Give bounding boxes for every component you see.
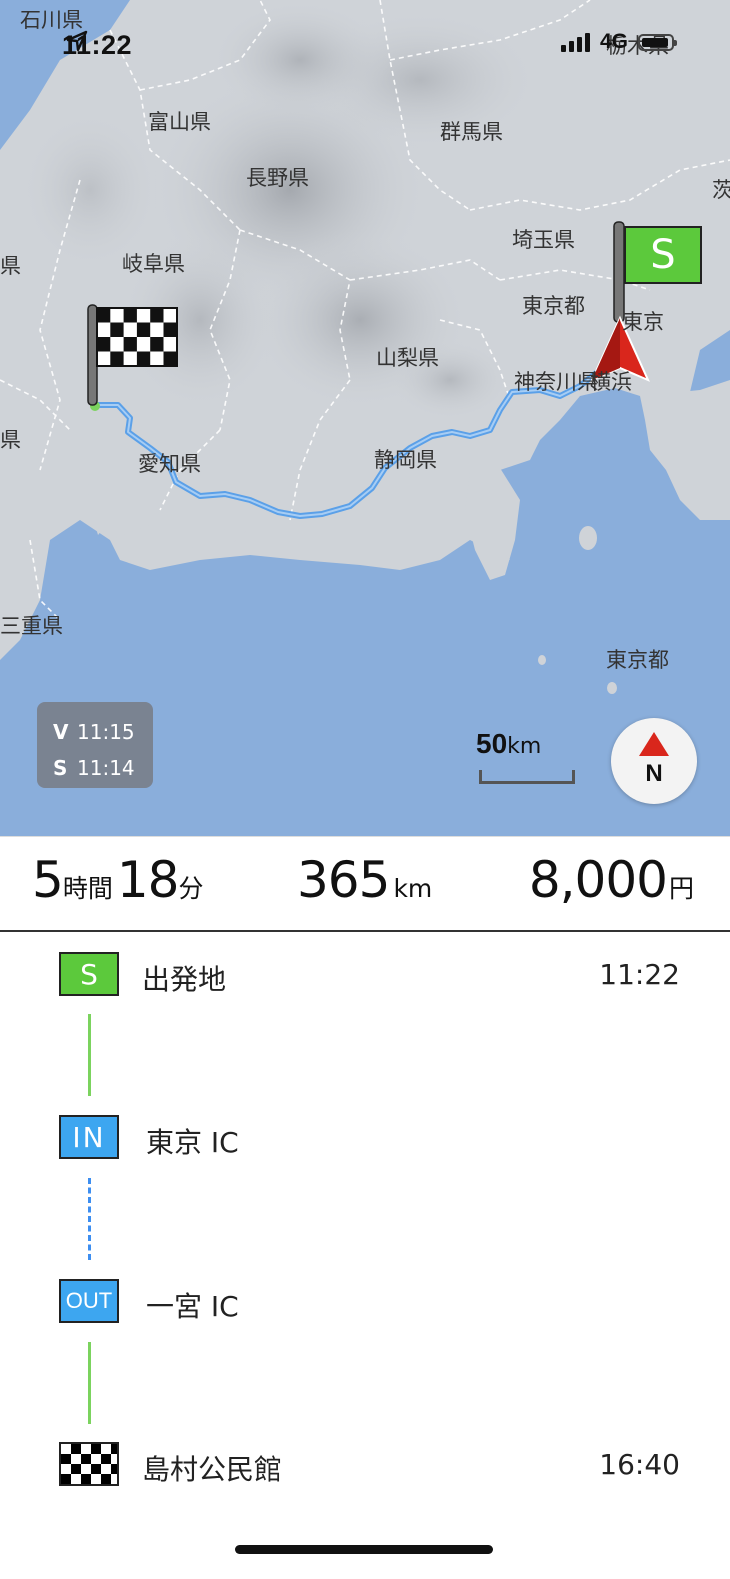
duration: 5時間18分: [32, 851, 203, 909]
toll-value: 8,000: [528, 851, 668, 909]
v-key: V: [53, 720, 69, 744]
north-arrow-icon: [639, 732, 669, 756]
prefecture-label: 横浜: [590, 370, 632, 394]
prefecture-label: 神奈川県: [514, 370, 598, 394]
duration-hours: 5: [32, 851, 64, 909]
route-goal-row[interactable]: 島村公民館 16:40: [0, 1442, 730, 1488]
start-flag-icon: S: [624, 226, 702, 284]
compass-label: N: [645, 760, 663, 787]
prefecture-label: 埼玉県: [512, 228, 575, 252]
prefecture-label: 富山県: [148, 110, 211, 134]
goal-label: 島村公民館: [142, 1453, 283, 1486]
compass-button[interactable]: N: [611, 718, 697, 804]
goal-time: 16:40: [599, 1448, 680, 1481]
duration-minutes: 18: [116, 851, 180, 909]
status-time: 11:22: [62, 30, 133, 60]
prefecture-label: 山梨県: [376, 346, 439, 370]
island: [579, 526, 597, 550]
start-flag-label: S: [650, 232, 676, 278]
battery-icon: [638, 33, 677, 51]
arrival-time-box: V 11:15 S 11:14: [37, 702, 153, 788]
status-indicators: 4G: [560, 30, 677, 54]
island: [538, 655, 546, 665]
signal-icon: [560, 32, 590, 52]
izu-peninsula: [465, 468, 520, 580]
island: [607, 682, 617, 694]
prefecture-label: 東京都: [606, 648, 669, 672]
toll-unit: 円: [668, 874, 694, 903]
ic-out-badge: OUT: [59, 1279, 119, 1323]
route-ic-in-row[interactable]: IN 東京 IC: [0, 1115, 730, 1161]
prefecture-label: 東京: [622, 310, 664, 334]
scale-value: 50: [476, 728, 508, 759]
prefecture-label: 東京都: [522, 294, 585, 318]
ic-out-label: 一宮 IC: [146, 1290, 239, 1323]
prefecture-label: 長野県: [246, 166, 309, 190]
prefecture-label: 岐阜県: [122, 252, 185, 276]
prefecture-label: 群馬県: [440, 120, 503, 144]
distance-unit: km: [393, 874, 433, 903]
route-start-row[interactable]: S 出発地 11:22: [0, 952, 730, 998]
prefecture-label: 三重県: [0, 614, 63, 638]
route-connector-expressway: [88, 1178, 91, 1260]
ic-in-badge: IN: [59, 1115, 119, 1159]
distance-value: 365: [297, 851, 390, 909]
network-label: 4G: [599, 30, 628, 53]
goal-flag-icon: [59, 1442, 119, 1486]
distance: 365 km: [297, 851, 432, 909]
prefecture-label: 県: [0, 254, 21, 278]
toll: 8,000円: [529, 851, 694, 909]
route-connector: [88, 1342, 91, 1424]
start-time: 11:22: [599, 958, 680, 991]
location-arrow-icon: [66, 30, 88, 52]
prefecture-label: 愛知県: [138, 452, 201, 476]
scale-bar: [479, 770, 575, 784]
scale-unit: km: [507, 734, 542, 759]
route-connector: [88, 1014, 91, 1096]
start-label: 出発地: [142, 963, 227, 996]
prefecture-label: 静岡県: [374, 448, 437, 472]
start-badge: S: [59, 952, 119, 996]
boso-peninsula: [640, 380, 730, 520]
home-indicator[interactable]: [235, 1545, 493, 1554]
duration-hours-unit: 時間: [62, 874, 113, 903]
route-summary: 5時間18分 365 km 8,000円: [0, 836, 730, 932]
s-time: 11:14: [77, 756, 135, 780]
prefecture-label: 県: [0, 428, 21, 452]
v-time: 11:15: [77, 720, 135, 744]
route-ic-out-row[interactable]: OUT 一宮 IC: [0, 1279, 730, 1325]
s-key: S: [53, 756, 68, 780]
map-scale: 50km: [476, 728, 580, 784]
ic-in-label: 東京 IC: [146, 1126, 239, 1159]
duration-minutes-unit: 分: [178, 874, 204, 903]
route-map[interactable]: S 石川県 栃木県 富山県 群馬県 長野県茨埼玉県県岐阜県 東京都 東京 山梨県 神奈川県 横浜県…: [0, 0, 730, 836]
prefecture-label: 茨: [712, 178, 730, 202]
